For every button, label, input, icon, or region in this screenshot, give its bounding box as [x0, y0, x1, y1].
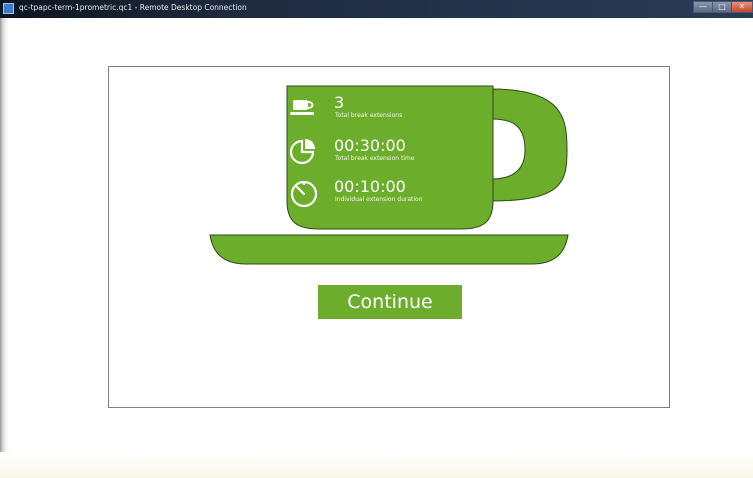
window-titlebar[interactable]: qc-tpapc-term-1prometric.qc1 - Remote De…: [0, 0, 753, 18]
coffee-cup-icon: [290, 100, 314, 115]
stat-label: Individual extension duration: [335, 196, 423, 203]
window-bottom-edge: [0, 452, 753, 478]
cup-handle: [490, 88, 568, 202]
window-left-edge: [0, 18, 10, 478]
remote-desktop-window: qc-tpapc-term-1prometric.qc1 - Remote De…: [0, 0, 753, 478]
close-button[interactable]: ✕: [731, 1, 753, 13]
stat-value: 00:30:00: [334, 136, 406, 155]
stat-value: 3: [334, 93, 345, 112]
remote-desktop-icon: [3, 3, 14, 14]
continue-button[interactable]: Continue: [318, 285, 462, 319]
stat-value: 00:10:00: [334, 177, 406, 196]
maximize-button[interactable]: □: [712, 1, 731, 13]
pie-chart-icon: [289, 139, 315, 165]
stat-label: Total break extensions: [335, 112, 403, 119]
window-title: qc-tpapc-term-1prometric.qc1 - Remote De…: [19, 3, 247, 12]
break-extension-dialog: 3 Total break extensions 00:30:00 Total …: [108, 66, 670, 408]
stopwatch-icon: [290, 180, 318, 208]
minimize-button[interactable]: —: [693, 1, 712, 13]
window-controls: — □ ✕: [693, 1, 753, 13]
cup-saucer: [209, 234, 569, 265]
stat-label: Total break extension time: [335, 155, 415, 162]
